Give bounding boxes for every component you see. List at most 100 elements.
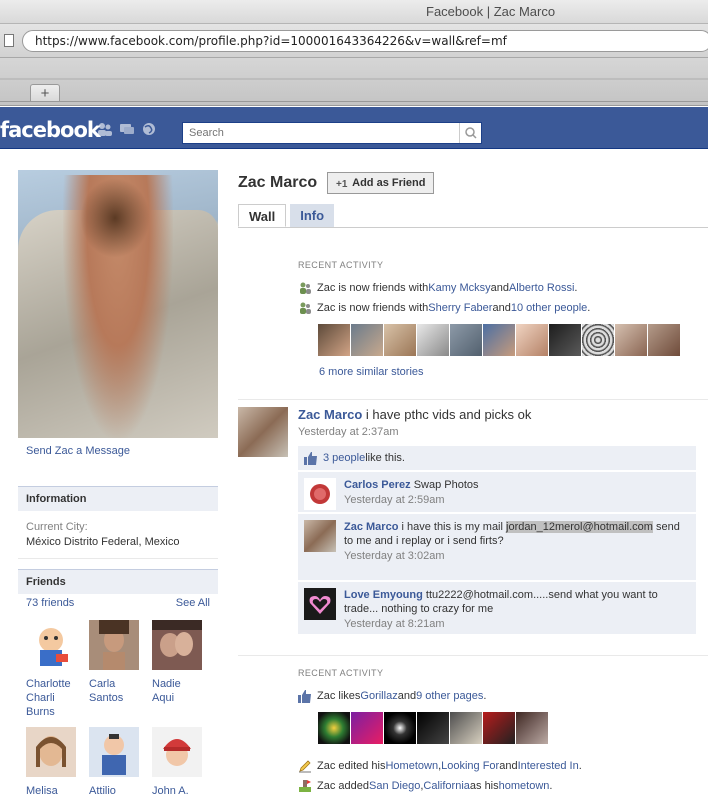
browser-tabstrip: + [0,58,708,106]
post-timestamp[interactable]: Yesterday at 2:37am [298,426,698,438]
comment: Zac Marco i have this is my mail jordan_… [298,514,696,580]
notifications-globe-icon[interactable] [141,122,157,136]
friend-name[interactable]: Attilio Perte' [89,784,139,799]
page-thumbnail[interactable] [450,712,482,744]
comment-author[interactable]: Zac Marco [344,521,398,533]
friend-avatar[interactable] [152,620,202,670]
page-thumbnail[interactable] [351,712,383,744]
post-headline: Zac Marco i have pthc vids and picks ok [298,407,698,422]
city-link[interactable]: San Diego [369,780,420,792]
friends-count-link[interactable]: 73 friends [26,597,74,609]
friend-avatar[interactable] [152,727,202,777]
friend-tile[interactable]: Carla Santos [89,620,139,719]
page-thumbnail[interactable] [318,712,350,744]
location-icon [299,780,311,792]
friend-name[interactable]: John A. Smith [152,784,202,799]
comment-text: Zac Marco i have this is my mail jordan_… [344,520,690,548]
browser-titlebar: Facebook | Zac Marco [0,0,708,24]
commenter-avatar[interactable] [304,520,336,552]
search-button[interactable] [459,123,481,143]
post-author[interactable]: Zac Marco [298,407,362,422]
information-header: Information [18,486,218,511]
activity-text: and [499,760,518,772]
activity-text: Zac is now friends with [317,282,429,294]
information-box: Current City: México Distrito Federal, M… [18,511,218,559]
address-bar[interactable]: https://www.facebook.com/profile.php?id=… [22,30,708,52]
friend-tile[interactable]: Melisa Yuldiz [26,727,76,799]
friend-name[interactable]: Nadie Aqui [152,677,202,705]
other-people-link[interactable]: 10 other people [511,302,587,314]
search-input[interactable] [183,123,453,143]
page-thumbnail[interactable] [516,712,548,744]
friend-tile[interactable]: Attilio Perte' [89,727,139,799]
friend-name[interactable]: Charlotte Charli Burns [26,677,76,719]
comment-text: Carlos Perez Swap Photos [344,478,690,492]
other-pages-link[interactable]: 9 other pages [416,690,483,702]
likes-count-link[interactable]: 3 people [323,452,365,464]
more-stories-link[interactable]: 6 more similar stories [319,366,680,378]
profile-picture[interactable] [18,170,218,438]
comment-author[interactable]: Love Emyoung [344,589,423,601]
send-message-link[interactable]: Send Zac a Message [18,438,218,464]
commenter-avatar[interactable] [304,588,336,620]
add-friend-icon: +1 [336,179,348,188]
friend-thumbnail[interactable] [417,324,449,356]
friend-thumbnail[interactable] [351,324,383,356]
page-link[interactable]: Gorillaz [360,690,397,702]
friend-link[interactable]: Kamy Mcksy [428,282,490,294]
interested-in-link[interactable]: Interested In [518,760,579,772]
add-friend-button[interactable]: +1 Add as Friend [327,172,435,194]
state-link[interactable]: California [423,780,469,792]
profile-tabs: Wall Info [238,204,708,228]
activity-friends-line: Zac is now friends with Sherry Faber and… [298,298,680,318]
friend-avatar[interactable] [89,727,139,777]
profile-photo-hair [80,178,150,258]
friend-tile[interactable]: Charlotte Charli Burns [26,620,76,719]
looking-for-link[interactable]: Looking For [441,760,499,772]
post-author-avatar[interactable] [238,407,288,457]
friend-thumbnail[interactable] [582,324,614,356]
commenter-avatar[interactable] [304,478,336,510]
page-thumbnail[interactable] [483,712,515,744]
friend-tile[interactable]: John A. Smith [152,727,202,799]
friend-thumbnail[interactable] [615,324,647,356]
activity-text: . [549,780,553,792]
friends-icon [300,302,311,314]
bookmarks-bar [0,78,708,80]
friends-grid: Charlotte Charli Burns Carla Santos Nadi… [18,612,218,799]
comment-body: Swap Photos [410,479,479,491]
friend-thumbnail[interactable] [549,324,581,356]
friend-link[interactable]: Sherry Faber [428,302,492,314]
activity-likes-line: Zac likes Gorillaz and 9 other pages. [298,686,582,706]
comment-timestamp: Yesterday at 8:21am [344,618,445,630]
page-thumbnail[interactable] [384,712,416,744]
hometown-link[interactable]: hometown [499,780,550,792]
friend-link[interactable]: Alberto Rossi [509,282,574,294]
friend-thumbnail[interactable] [450,324,482,356]
friend-avatar[interactable] [26,727,76,777]
friend-requests-icon[interactable] [97,122,113,136]
facebook-logo[interactable]: facebook [0,118,101,142]
pencil-icon [299,760,311,773]
friend-name[interactable]: Carla Santos [89,677,139,705]
friend-thumbnail[interactable] [483,324,515,356]
search-icon [465,127,477,139]
tab-info[interactable]: Info [290,204,335,227]
see-all-friends-link[interactable]: See All [176,597,210,609]
friend-thumbnail[interactable] [648,324,680,356]
friend-avatar[interactable] [89,620,139,670]
comment-author[interactable]: Carlos Perez [344,479,411,491]
page-thumbnail[interactable] [417,712,449,744]
new-tab-button[interactable]: + [30,84,60,102]
friend-avatar[interactable] [26,620,76,670]
tab-wall[interactable]: Wall [238,204,287,227]
messages-icon[interactable] [119,122,135,136]
friend-thumbnail[interactable] [318,324,350,356]
friend-thumbnail[interactable] [384,324,416,356]
main-column: Zac Marco +1 Add as Friend Wall Info REC… [238,170,708,792]
friend-thumbnail[interactable] [516,324,548,356]
hometown-link[interactable]: Hometown [385,760,438,772]
activity-text: Zac is now friends with [317,302,429,314]
friend-tile[interactable]: Nadie Aqui [152,620,202,719]
friend-name[interactable]: Melisa Yuldiz [26,784,76,799]
